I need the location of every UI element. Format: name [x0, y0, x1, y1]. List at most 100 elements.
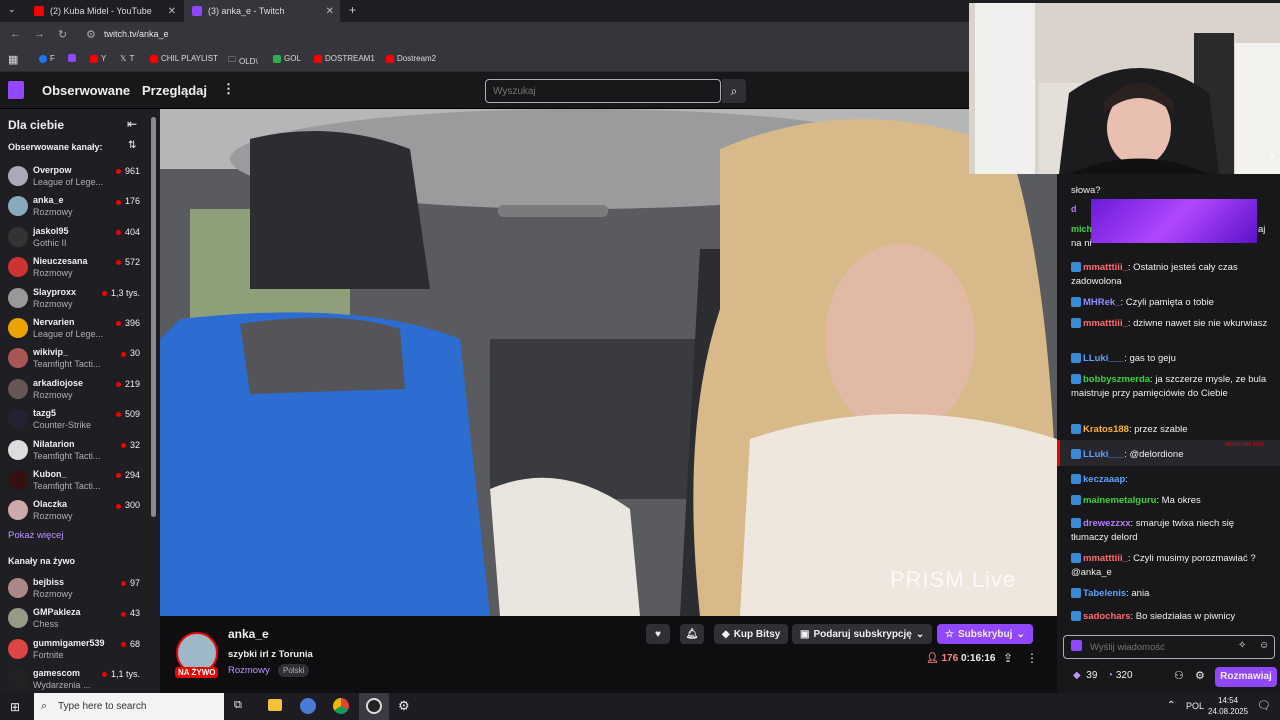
windows-start-icon[interactable]: ⊞ [10, 700, 20, 714]
tab-youtube[interactable]: (2) Kuba Midel - YouTube ✕ [26, 0, 182, 22]
chat-username[interactable]: Tabelenis [1083, 588, 1126, 599]
share-icon[interactable]: ⇪ [1003, 651, 1013, 665]
bookmark-twitch[interactable] [68, 54, 76, 62]
sidebar-channel-wikivip-[interactable]: wikivip_ Teamfight Tacti... 30 [0, 343, 150, 373]
settings-icon[interactable]: ⚙ [398, 698, 410, 714]
more-options-icon[interactable]: ⋮ [1026, 651, 1038, 665]
tray-chevron-icon[interactable]: ⌃ [1167, 700, 1175, 711]
bookmark-dostream1[interactable]: DOSTREAM1 [314, 54, 375, 63]
forward-icon[interactable]: → [34, 28, 45, 40]
chat-send-button[interactable]: Rozmawiaj [1215, 667, 1277, 687]
chat-username[interactable]: MHRek_ [1083, 297, 1121, 308]
chat-username[interactable]: keczaaap [1083, 474, 1125, 485]
sidebar-channel-gummigamer539[interactable]: gummigamer539 Fortnite 68 [0, 634, 150, 664]
chat-username[interactable]: mainemetalguru [1083, 495, 1156, 506]
sidebar-scrollbar[interactable] [151, 117, 156, 517]
sidebar-channel-anka-e[interactable]: anka_e Rozmowy 176 [0, 191, 150, 221]
notification-bell-button[interactable]: 🔔︎ [680, 624, 704, 644]
reload-icon[interactable]: ↻ [58, 28, 67, 41]
video-player[interactable]: PRISM Live [160, 109, 1057, 616]
buy-bits-button[interactable]: ◆ Kup Bitsy [714, 624, 789, 644]
emote-effects-icon[interactable]: ✧ [1238, 640, 1246, 651]
close-tab-icon[interactable]: ✕ [326, 6, 334, 17]
sidebar-channel-nieuczesana[interactable]: Nieuczesana Rozmowy 572 [0, 252, 150, 282]
chat-text: : [1125, 474, 1128, 485]
chat-users-icon[interactable]: ⚇ [1174, 669, 1184, 682]
channel-points[interactable]: ◔ 320 [1107, 670, 1133, 681]
input-language[interactable]: POL [1186, 701, 1204, 711]
person-icon: 👤︎ [926, 653, 939, 664]
nav-browse[interactable]: Przeglądaj [142, 83, 207, 98]
bookmark-dostream2[interactable]: Dostream2 [386, 54, 436, 63]
close-tab-icon[interactable]: ✕ [168, 6, 176, 17]
sort-icon[interactable]: ⇅ [128, 140, 136, 151]
sidebar-channel-arkadiojose[interactable]: arkadiojose Rozmowy 219 [0, 374, 150, 404]
tab-list-chevron-icon[interactable]: ⌄ [8, 4, 16, 15]
sidebar-channel-olaczka[interactable]: Olaczka Rozmowy 300 [0, 495, 150, 525]
chat-username[interactable]: bobbyszmerda [1083, 374, 1150, 385]
collapse-sidebar-icon[interactable]: ⇤ [127, 117, 137, 131]
apps-grid-icon[interactable]: ▦ [8, 53, 18, 66]
sidebar-channel-tazg5[interactable]: tazg5 Counter-Strike 509 [0, 404, 150, 434]
bookmark-f[interactable]: F [39, 54, 55, 63]
bits-icon[interactable] [1071, 640, 1082, 651]
chat-username[interactable]: Kratos188 [1083, 424, 1129, 435]
show-more-link[interactable]: Pokaż więcej [8, 530, 63, 541]
chat-username[interactable]: mmatttiii_ [1083, 262, 1128, 273]
stream-category[interactable]: Rozmowy [228, 665, 270, 676]
file-explorer-icon[interactable] [268, 699, 282, 711]
sidebar-channel-slayproxx[interactable]: Slayproxx Rozmowy 1,3 tys. [0, 283, 150, 313]
viewer-count: 176 [116, 196, 140, 206]
obs-icon[interactable] [359, 693, 389, 720]
twitch-logo-icon[interactable] [8, 81, 24, 99]
clock-date[interactable]: 24.08.2025 [1208, 707, 1248, 716]
x-icon: 𝕏 [120, 54, 127, 63]
chevron-right-icon[interactable]: › [1270, 149, 1274, 163]
bookmark-y[interactable]: Y [90, 54, 106, 63]
chat-username[interactable]: LLuki___ [1083, 449, 1124, 460]
chat-settings-icon[interactable]: ⚙ [1195, 669, 1205, 682]
chat-username[interactable]: sadochars [1083, 611, 1131, 622]
sidebar-channel-overpow[interactable]: Overpow League of Lege... 961 [0, 161, 150, 191]
sidebar-channel-jaskol95[interactable]: jaskol95 Gothic II 404 [0, 222, 150, 252]
more-options-icon[interactable]: ⋮ [222, 81, 235, 97]
nav-following[interactable]: Obserwowane [42, 83, 130, 98]
sidebar-channel-gamescom[interactable]: gamescom Wydarzenia ... 1,1 tys. [0, 664, 150, 693]
sidebar-channel-gmpakleza[interactable]: GMPakleza Chess 43 [0, 603, 150, 633]
task-view-icon[interactable]: ⧉ [234, 699, 242, 712]
sidebar-channel-bejbiss[interactable]: bejbiss Rozmowy 97 [0, 573, 150, 603]
notifications-icon[interactable]: 🗨︎ [1257, 699, 1271, 712]
chat-username[interactable]: mmatttiii_ [1083, 553, 1128, 564]
back-icon[interactable]: ← [10, 28, 21, 40]
sidebar-channel-nervarien[interactable]: Nervarien League of Lege... 396 [0, 313, 150, 343]
taskbar-search[interactable]: ⌕ Type here to search [34, 693, 224, 720]
app-icon-1[interactable] [300, 698, 316, 714]
chat-username[interactable]: mmatttiii_ [1083, 318, 1128, 329]
url-text[interactable]: twitch.tv/anka_e [104, 29, 169, 39]
new-tab-icon[interactable]: + [349, 3, 356, 17]
bookmark-t[interactable]: 𝕏T [120, 54, 134, 63]
search-icon[interactable]: ⌕ [722, 79, 746, 103]
sidebar-channel-nilatarion[interactable]: Nilatarion Teamfight Tacti... 32 [0, 435, 150, 465]
chat-badge-icon [1071, 553, 1081, 564]
subscribe-button[interactable]: ☆ Subskrybuj ⌄ [937, 624, 1033, 644]
follow-heart-button[interactable]: ♥ [646, 624, 670, 644]
chrome-icon[interactable] [333, 698, 349, 714]
channel-name[interactable]: anka_e [228, 627, 269, 641]
stream-tag[interactable]: Polski [278, 664, 310, 677]
gift-sub-button[interactable]: ▣ Podaruj subskrypcję ⌄ [792, 624, 933, 644]
chat-username[interactable]: LLuki___ [1083, 353, 1124, 364]
bookmark-gol[interactable]: GOL [273, 54, 301, 63]
bookmark-chil-playlist[interactable]: CHIL PLAYLIST [150, 54, 218, 63]
clock-time[interactable]: 14:54 [1218, 696, 1238, 705]
bookmark-old[interactable]: 🗀 OLD\ [228, 54, 258, 68]
sidebar-channel-kubon-[interactable]: Kubon_ Teamfight Tacti... 294 [0, 465, 150, 495]
search-input[interactable] [485, 79, 721, 103]
video-frame [160, 109, 1057, 616]
site-info-icon[interactable]: ⚙ [86, 28, 96, 41]
promo-banner[interactable] [1091, 199, 1257, 243]
chat-username[interactable]: drewezzxx [1083, 518, 1131, 529]
tab-twitch[interactable]: (3) anka_e - Twitch ✕ [184, 0, 340, 22]
emote-picker-icon[interactable]: ☺ [1259, 640, 1269, 651]
chat-user-partial: mich [1071, 224, 1093, 234]
